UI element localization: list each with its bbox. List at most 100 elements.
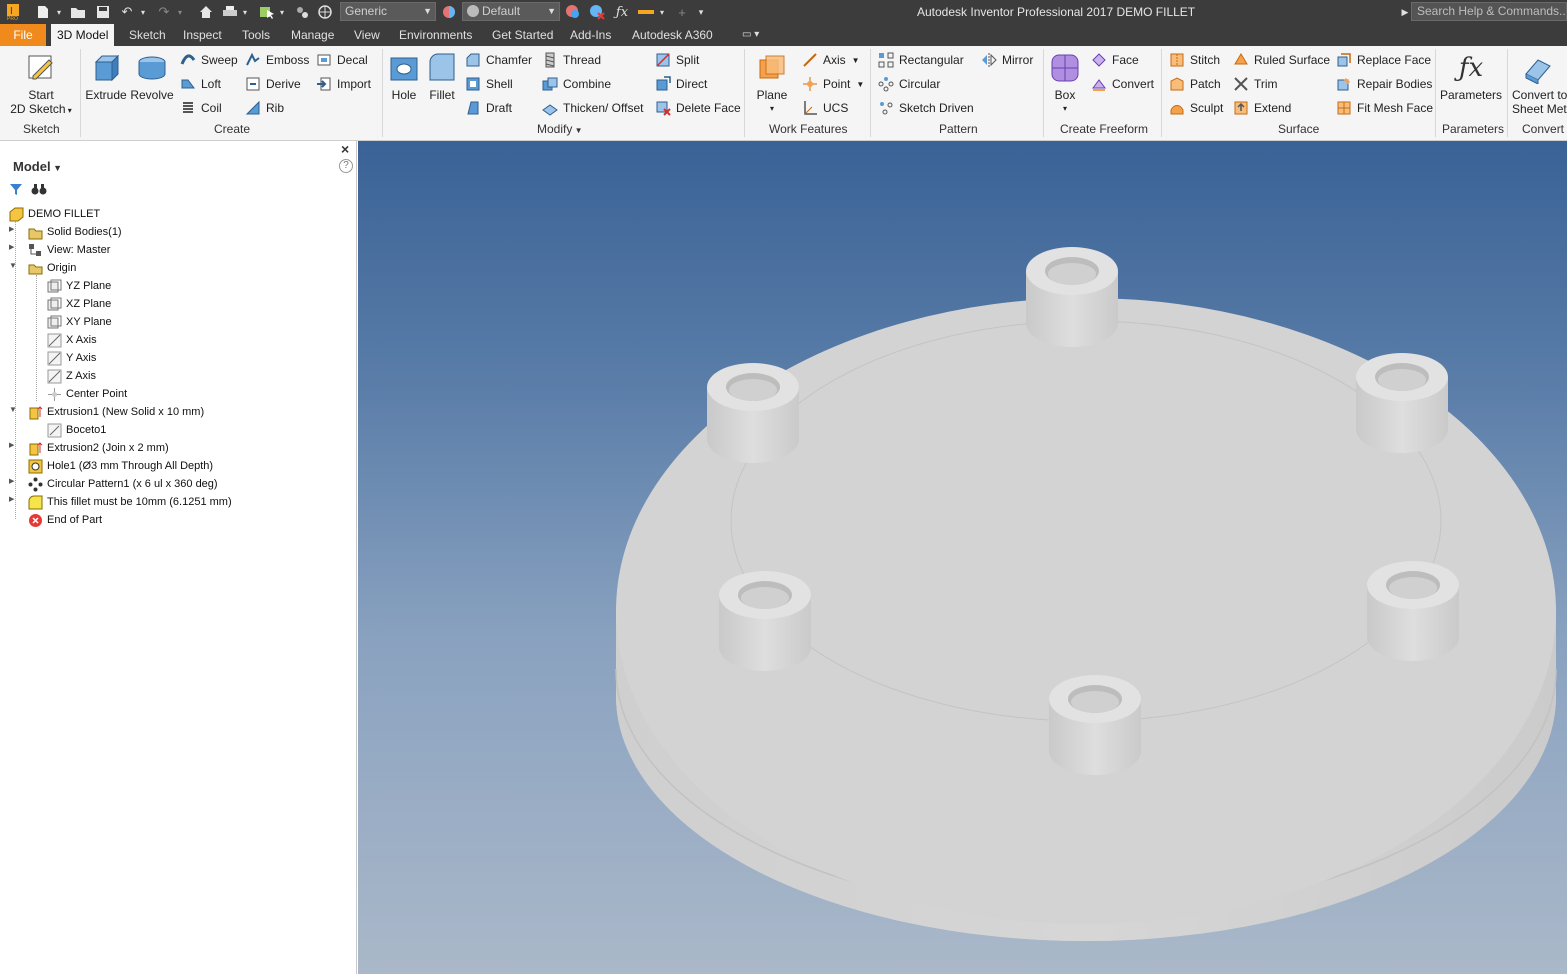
tree-item[interactable]: DEMO FILLET [9,205,100,223]
fillet-button[interactable]: Fillet [424,52,460,102]
freeform-face-button[interactable]: Face [1091,50,1139,70]
group-label-modify[interactable]: Modify ▼ [537,122,582,136]
ruled-surface-button[interactable]: Ruled Surface [1233,50,1330,70]
decal-button[interactable]: Decal [316,50,368,70]
thicken-offset-button[interactable]: Thicken/ Offset [542,98,643,118]
tree-item[interactable]: X Axis [47,331,97,349]
home-icon[interactable] [197,3,215,21]
tree-item[interactable]: Extrusion2 (Join x 2 mm) [28,439,169,457]
part-model[interactable] [358,141,1567,974]
ribbon-display-toggle-icon[interactable]: ▭ ▾ [742,24,759,46]
boss-with-hole[interactable] [1026,247,1118,347]
expand-chevron-icon[interactable]: ▶ [9,441,14,449]
delete-face-button[interactable]: Delete Face [655,98,741,118]
redo-icon[interactable]: ↷ [155,3,173,21]
start-2d-sketch-button[interactable]: Start 2D Sketch ▾ [8,52,74,118]
extrude-button[interactable]: Extrude [84,52,128,102]
measure-icon[interactable] [636,3,656,21]
box-button[interactable]: Box ▾ [1046,52,1084,116]
point-button[interactable]: Point ▼ [802,74,864,94]
tree-item[interactable]: End of Part [28,511,102,529]
print-dropdown-icon[interactable]: ▾ [240,3,250,21]
rectangular-pattern-button[interactable]: Rectangular [878,50,964,70]
import-button[interactable]: Import [316,74,371,94]
undo-icon[interactable]: ↶ [118,3,136,21]
thread-button[interactable]: Thread [542,50,601,70]
open-folder-icon[interactable] [69,3,87,21]
replace-face-button[interactable]: Replace Face [1336,50,1431,70]
tab-autodesk-a360[interactable]: Autodesk A360 [632,24,713,46]
tree-item[interactable]: Z Axis [47,367,96,385]
measure-dropdown-icon[interactable]: ▾ [657,3,667,21]
chevron-right-icon[interactable]: ▶ [1400,3,1410,21]
undo-dropdown-icon[interactable]: ▾ [138,3,148,21]
tab-view[interactable]: View [354,24,380,46]
boss-with-hole[interactable] [1049,675,1141,775]
fx-parameters-icon[interactable]: ƒx [613,3,631,21]
help-icon[interactable]: ? [339,159,353,173]
derive-button[interactable]: Derive [245,74,301,94]
axis-button[interactable]: Axis ▼ [802,50,860,70]
tree-item[interactable]: This fillet must be 10mm (6.1251 mm) [28,493,232,511]
clear-appearance-icon[interactable] [588,3,606,21]
fit-mesh-face-button[interactable]: Fit Mesh Face [1336,98,1433,118]
stitch-button[interactable]: Stitch [1169,50,1220,70]
rib-button[interactable]: Rib [245,98,284,118]
adjust-appearance-icon[interactable] [564,3,582,21]
tree-item[interactable]: Circular Pattern1 (x 6 ul x 360 deg) [28,475,218,493]
graphics-viewport[interactable] [358,141,1567,974]
tab-3d-model[interactable]: 3D Model [51,24,115,46]
mirror-button[interactable]: Mirror [981,50,1033,70]
sweep-button[interactable]: Sweep [180,50,238,70]
hole-button[interactable]: Hole [386,52,422,102]
customize-dropdown-icon[interactable]: ▾ [694,3,708,21]
inventor-logo-icon[interactable]: I PRO [5,3,21,21]
expand-chevron-icon[interactable]: ▶ [9,477,14,485]
search-binoculars-icon[interactable] [31,182,47,199]
save-icon[interactable] [94,3,112,21]
parameters-button[interactable]: ƒx Parameters [1438,52,1504,102]
shell-button[interactable]: Shell [465,74,513,94]
appearance-combo[interactable]: Default ▼ [462,2,560,21]
direct-button[interactable]: Direct [655,74,707,94]
globe-icon[interactable] [316,3,334,21]
update-icon[interactable] [293,3,311,21]
print-icon[interactable] [221,3,239,21]
sketch-driven-pattern-button[interactable]: Sketch Driven [878,98,974,118]
expand-chevron-icon[interactable]: ▶ [9,243,14,251]
boss-with-hole[interactable] [707,363,799,463]
new-dropdown-icon[interactable]: ▾ [54,3,64,21]
tree-item[interactable]: Boceto1 [47,421,106,439]
tree-item[interactable]: XZ Plane [47,295,111,313]
browser-title[interactable]: Model ▼ [13,159,62,174]
tree-item[interactable]: Extrusion1 (New Solid x 10 mm) [28,403,204,421]
sculpt-button[interactable]: Sculpt [1169,98,1223,118]
freeform-convert-button[interactable]: Convert [1091,74,1154,94]
search-input[interactable]: Search Help & Commands... [1411,2,1567,21]
repair-bodies-button[interactable]: Repair Bodies [1336,74,1432,94]
tree-item[interactable]: Y Axis [47,349,96,367]
tab-sketch[interactable]: Sketch [129,24,166,46]
coil-button[interactable]: Coil [180,98,222,118]
material-combo[interactable]: Generic ▼ [340,2,436,21]
loft-button[interactable]: Loft [180,74,221,94]
tab-environments[interactable]: Environments [399,24,472,46]
split-button[interactable]: Split [655,50,699,70]
tab-tools[interactable]: Tools [242,24,270,46]
tree-item[interactable]: View: Master [28,241,110,259]
ucs-button[interactable]: UCS [802,98,848,118]
boss-with-hole[interactable] [1367,561,1459,661]
tab-inspect[interactable]: Inspect [183,24,222,46]
tree-item[interactable]: YZ Plane [47,277,111,295]
convert-to-sheet-metal-button[interactable]: Convert to Sheet Metal [1510,52,1567,116]
tab-get-started[interactable]: Get Started [492,24,553,46]
emboss-button[interactable]: Emboss [245,50,309,70]
boss-with-hole[interactable] [719,571,811,671]
revolve-button[interactable]: Revolve [130,52,174,102]
appearance-color-icon[interactable] [441,3,457,21]
extend-button[interactable]: Extend [1233,98,1291,118]
chamfer-button[interactable]: Chamfer [465,50,532,70]
select-icon[interactable] [258,3,276,21]
new-file-icon[interactable] [34,3,52,21]
combine-button[interactable]: Combine [542,74,611,94]
